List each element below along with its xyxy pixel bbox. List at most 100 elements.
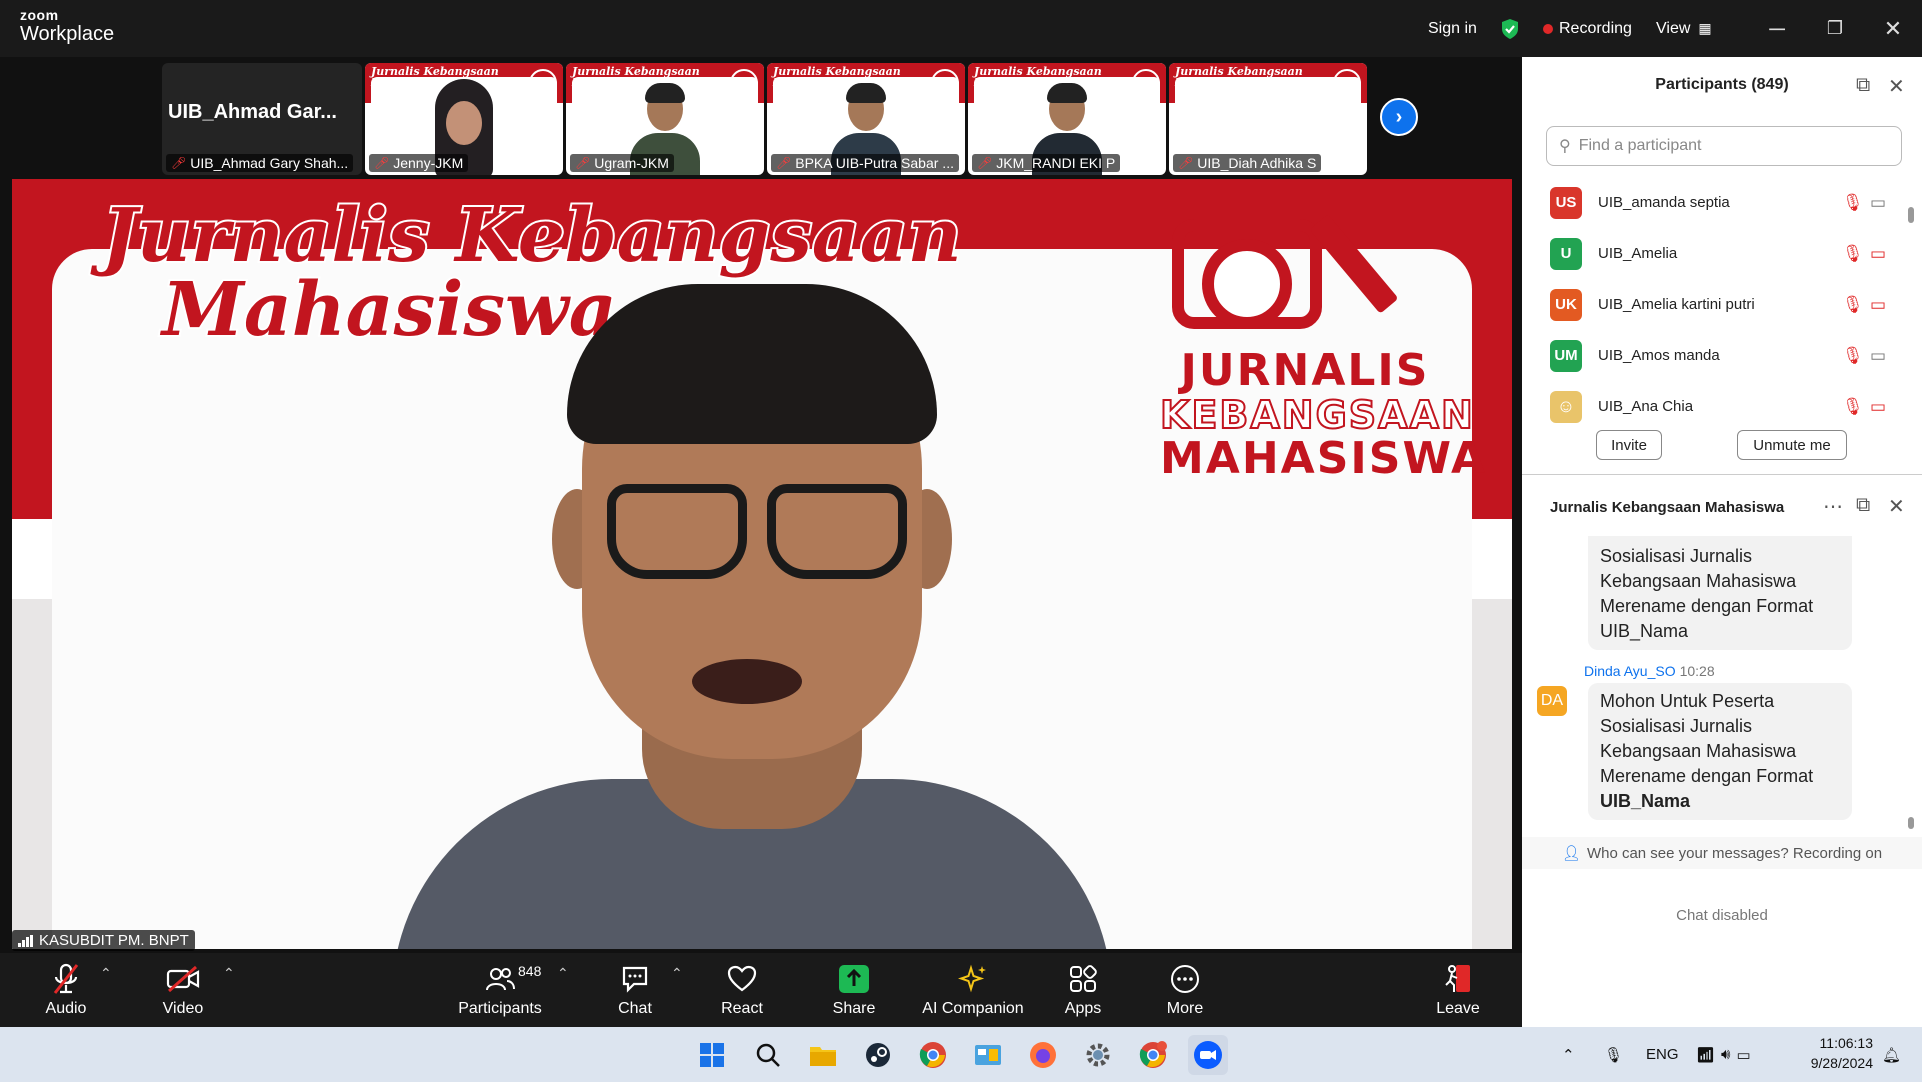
participant-search-input[interactable]: ⚲ Find a participant — [1546, 126, 1902, 166]
tile-name-label: BPKA UIB-Putra Sabar ... — [795, 155, 954, 171]
unmute-me-button[interactable]: Unmute me — [1737, 430, 1847, 460]
video-tile[interactable]: Jurnalis Kebangsaan Mahasiswa 🎤︎ Jenny-JK… — [365, 63, 563, 175]
control-panel-icon[interactable] — [968, 1035, 1008, 1075]
mic-muted-icon[interactable]: 🎙︎ — [1842, 244, 1864, 264]
participant-list: US UIB_amanda septia 🎙︎ ▭ U UIB_Amelia 🎙… — [1522, 177, 1922, 432]
mic-muted-icon[interactable]: 🎙︎ — [1842, 295, 1864, 315]
chrome-profile-icon[interactable] — [1133, 1035, 1173, 1075]
avatar-image: ☺ — [1550, 390, 1582, 423]
recording-indicator[interactable]: Recording — [1543, 0, 1632, 57]
react-button[interactable]: React — [712, 953, 772, 1027]
video-on-icon[interactable]: ▭ — [1870, 346, 1886, 366]
chat-message-line: UIB_Nama — [1600, 621, 1689, 641]
participant-row[interactable]: UK UIB_Amelia kartini putri 🎙︎ ▭ — [1522, 279, 1922, 330]
zoom-app-icon[interactable] — [1188, 1035, 1228, 1075]
participant-row[interactable]: ☺ UIB_Ana Chia 🎙︎ ▭ — [1522, 381, 1922, 432]
file-explorer-icon[interactable] — [803, 1035, 843, 1075]
participant-name: UIB_Amos manda — [1598, 347, 1720, 364]
audio-button[interactable]: Audio — [36, 953, 96, 1027]
participants-options-chevron-icon[interactable]: ⌃ — [557, 965, 569, 982]
steam-icon[interactable] — [858, 1035, 898, 1075]
video-off-icon[interactable]: ▭ — [1870, 397, 1886, 417]
sign-in-link[interactable]: Sign in — [1428, 0, 1477, 57]
view-button[interactable]: View ▦ — [1656, 0, 1712, 57]
apps-button[interactable]: Apps — [1053, 953, 1113, 1027]
avatar: UK — [1550, 288, 1582, 321]
language-indicator[interactable]: ENG — [1646, 1027, 1679, 1082]
video-tile[interactable]: Jurnalis Kebangsaan Mahasiswa 🎤︎ BPKA UIB… — [767, 63, 965, 175]
logo-line1: JURNALIS — [1180, 345, 1430, 396]
self-video-tile[interactable]: UIB_Ahmad Gar... 🎤︎ UIB_Ahmad Gary Shah.… — [162, 63, 362, 175]
search-icon[interactable] — [748, 1035, 788, 1075]
participant-row[interactable]: UM UIB_Amos manda 🎙︎ ▭ — [1522, 330, 1922, 381]
participant-name: UIB_Ana Chia — [1598, 398, 1694, 415]
video-tile[interactable]: Jurnalis Kebangsaan Mahasiswa 🎤︎ UIB_Diah… — [1169, 63, 1367, 175]
tile-name-label: Jenny-JKM — [393, 155, 464, 171]
chat-sender[interactable]: Dinda Ayu_SO 10:28 — [1584, 663, 1715, 679]
chat-scrollbar[interactable] — [1908, 817, 1914, 829]
cartoon-avatar-icon: ☺ — [1556, 396, 1576, 416]
chat-message-line: Merename dengan Format — [1600, 596, 1814, 616]
settings-gear-icon[interactable] — [1078, 1035, 1118, 1075]
camera-lens-icon — [1202, 239, 1292, 329]
ai-companion-button[interactable]: AI Companion — [918, 953, 1028, 1027]
video-button[interactable]: Video — [153, 953, 213, 1027]
tray-expand-chevron-icon[interactable]: ⌃ — [1562, 1027, 1575, 1082]
video-off-icon[interactable]: ▭ — [1870, 295, 1886, 315]
visibility-label: Who can see your messages? Recording on — [1586, 844, 1883, 862]
participant-row[interactable]: US UIB_amanda septia 🎙︎ ▭ — [1522, 177, 1922, 228]
mic-muted-icon[interactable]: 🎙︎ — [1842, 397, 1864, 417]
close-panel-icon[interactable]: ✕ — [1888, 74, 1905, 99]
tile-name: 🎤︎ BPKA UIB-Putra Sabar ... — [771, 154, 959, 172]
leave-door-icon — [1442, 962, 1474, 996]
message-visibility-notice[interactable]: 👤︎ Who can see your messages? Recording … — [1522, 837, 1922, 869]
chat-more-icon[interactable]: ⋯ — [1823, 494, 1843, 519]
video-label: Video — [162, 1000, 204, 1017]
encryption-shield-icon[interactable] — [1500, 0, 1520, 57]
avatar: U — [1550, 237, 1582, 270]
video-on-icon[interactable]: ▭ — [1870, 193, 1886, 213]
chat-options-chevron-icon[interactable]: ⌃ — [671, 965, 683, 982]
firefox-icon[interactable] — [1023, 1035, 1063, 1075]
audio-options-chevron-icon[interactable]: ⌃ — [100, 965, 112, 982]
video-tile[interactable]: Jurnalis Kebangsaan Mahasiswa 🎤︎ JKM_RAND… — [968, 63, 1166, 175]
invite-button[interactable]: Invite — [1596, 430, 1662, 460]
more-button[interactable]: More — [1155, 953, 1215, 1027]
tile-name: 🎤︎ JKM_RANDI EKI P — [972, 154, 1121, 172]
windows-start-icon[interactable] — [692, 1035, 732, 1075]
video-options-chevron-icon[interactable]: ⌃ — [223, 965, 235, 982]
chat-button[interactable]: Chat — [605, 953, 665, 1027]
participants-scrollbar[interactable] — [1908, 207, 1914, 223]
close-window-button[interactable]: ✕ — [1868, 0, 1918, 57]
jkm-logo-icon — [931, 69, 959, 97]
clock-time: 11:06:13 — [1819, 1035, 1873, 1051]
video-tile[interactable]: Jurnalis Kebangsaan Mahasiswa 🎤︎ Ugram-JK… — [566, 63, 764, 175]
participants-count: 848 — [518, 963, 542, 979]
battery-icon: ▭ — [1736, 1046, 1751, 1064]
notification-bell-icon[interactable]: 🔔︎ — [1882, 1027, 1901, 1082]
jkm-logo-text: JURNALIS KEBANGSAAN MAHASISWA — [1159, 345, 1485, 481]
video-off-icon[interactable]: ▭ — [1870, 244, 1886, 264]
chat-popout-icon[interactable]: ⧉ — [1856, 494, 1870, 517]
minimize-button[interactable]: ─ — [1752, 0, 1802, 57]
microphone-icon[interactable]: 🎙︎ — [1604, 1027, 1623, 1082]
meeting-toolbar: Audio ⌃ Video ⌃ Participants 848 ⌃ Chat … — [0, 953, 1522, 1027]
apps-icon — [1068, 962, 1098, 996]
network-volume-battery[interactable]: 📶︎ 🔊︎ ▭ — [1696, 1027, 1751, 1082]
share-button[interactable]: Share — [824, 953, 884, 1027]
avatar: US — [1550, 186, 1582, 219]
system-clock[interactable]: 11:06:13 9/28/2024 — [1793, 1033, 1873, 1073]
chrome-icon[interactable] — [913, 1035, 953, 1075]
grid-view-icon: ▦ — [1698, 20, 1712, 36]
next-page-chevron-icon[interactable]: › — [1380, 98, 1418, 136]
leave-label: Leave — [1436, 1000, 1480, 1017]
restore-button[interactable]: ❐ — [1810, 0, 1860, 57]
popout-icon[interactable]: ⧉ — [1856, 74, 1870, 97]
chat-close-icon[interactable]: ✕ — [1888, 494, 1905, 519]
participant-row[interactable]: U UIB_Amelia 🎙︎ ▭ — [1522, 228, 1922, 279]
chat-disabled-label: Chat disabled — [1676, 907, 1768, 924]
participant-name: UIB_Amelia — [1598, 245, 1678, 262]
mic-muted-icon[interactable]: 🎙︎ — [1842, 346, 1864, 366]
mic-muted-icon[interactable]: 🎙︎ — [1842, 193, 1864, 213]
leave-button[interactable]: Leave — [1428, 953, 1488, 1027]
